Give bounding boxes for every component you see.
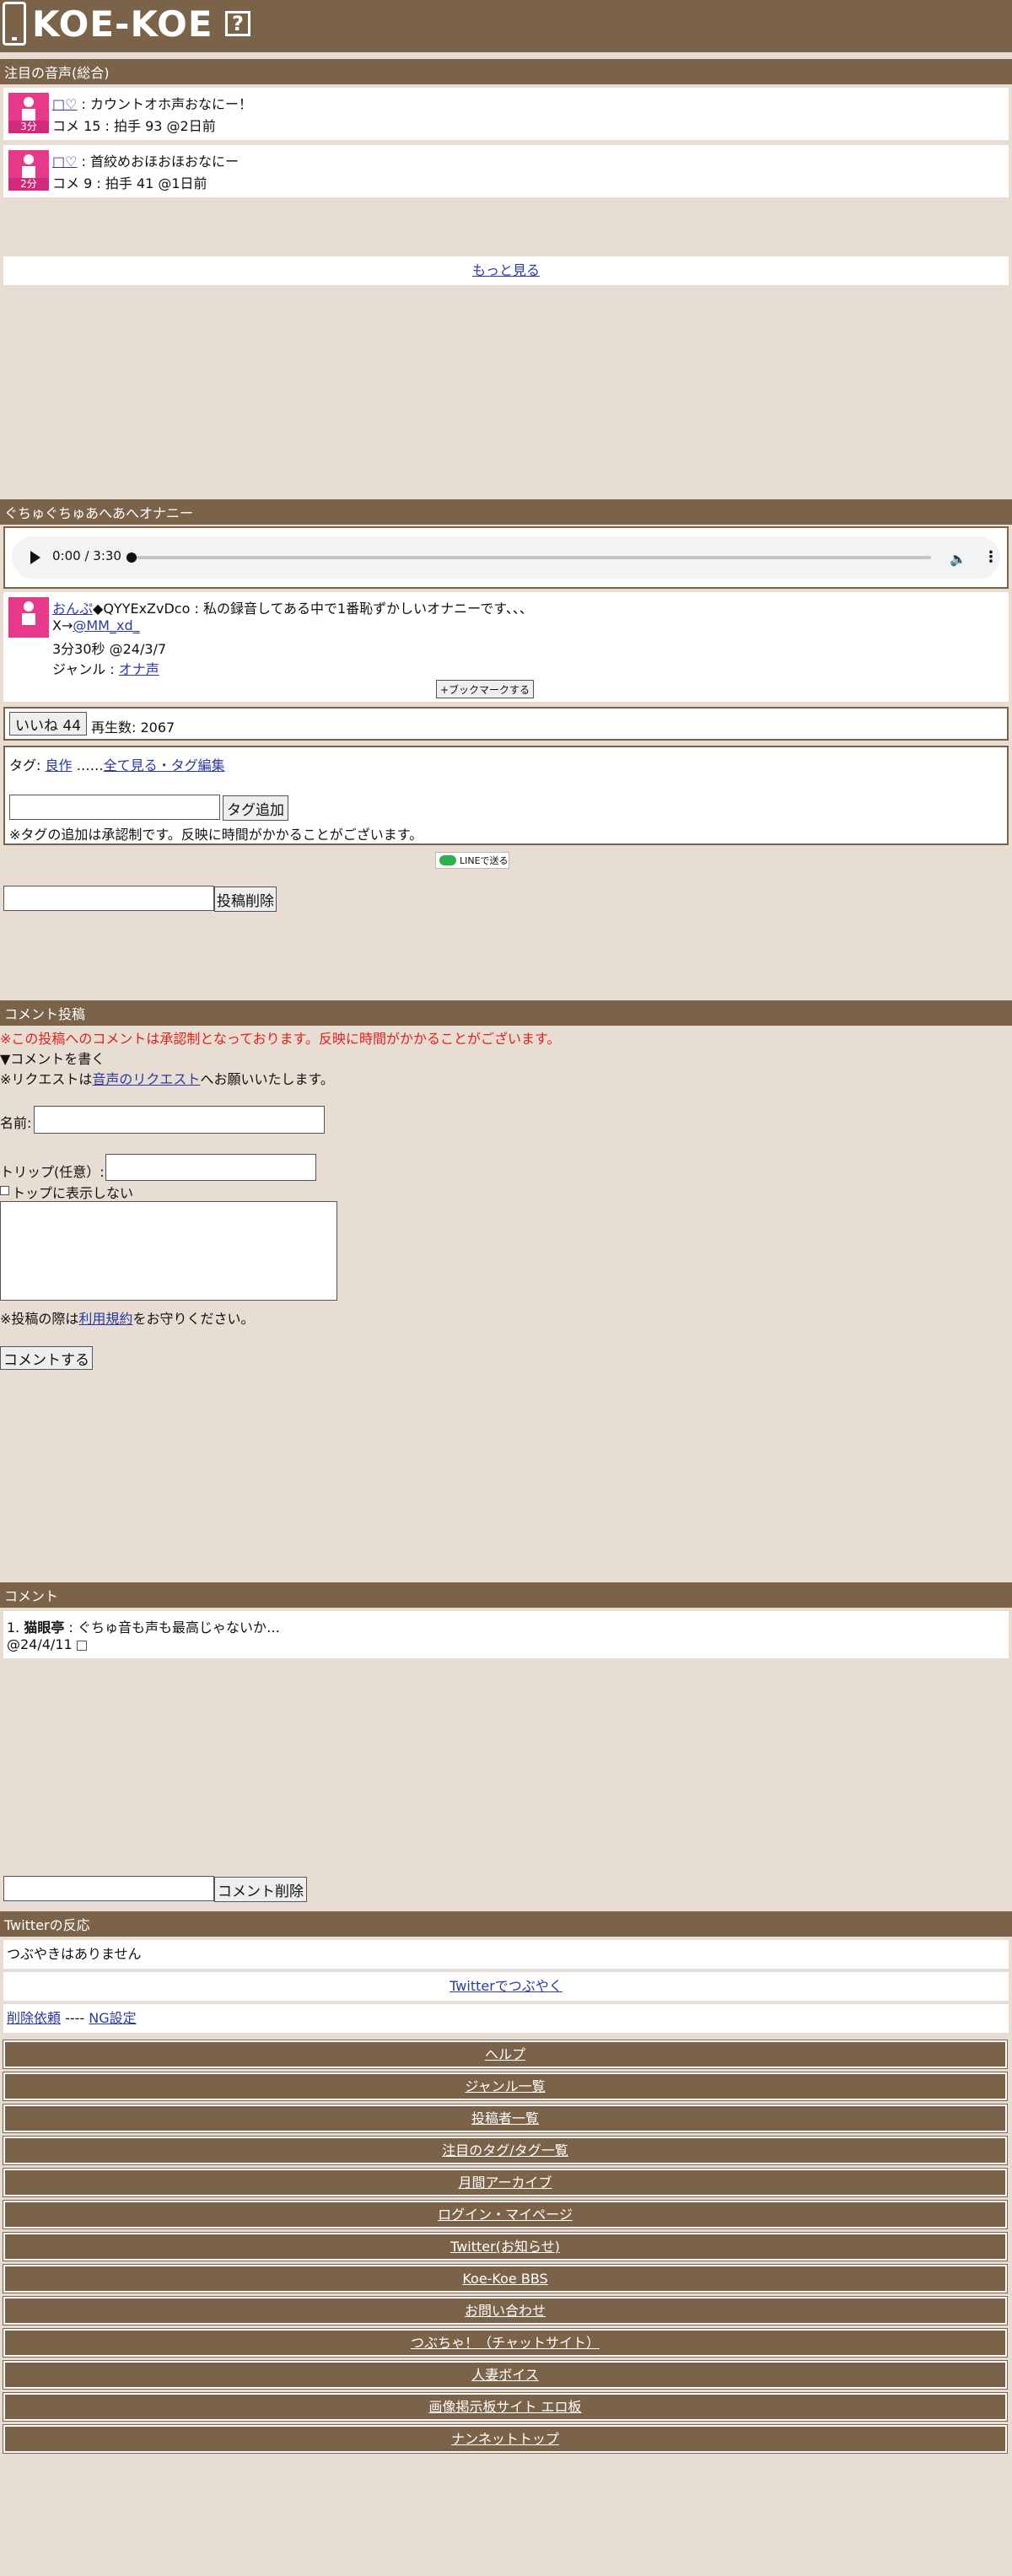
tag-note: ※タグの追加は承認制です。反映に時間がかかることがございます。 — [9, 827, 423, 843]
post-title: ぐちゅぐちゅあへあへオナニー — [0, 499, 1012, 525]
person-icon — [24, 154, 34, 164]
like-box: いいね 44 再生数: 2067 — [3, 707, 1009, 741]
twitter-empty: つぶやきはありません — [3, 1940, 1009, 1969]
hide-top-label: トップに表示しない — [12, 1185, 134, 1201]
more-options-icon[interactable]: ⋮ — [983, 548, 999, 566]
featured-item-link[interactable]: □♡ — [52, 96, 77, 112]
submit-comment-button[interactable]: コメントする — [0, 1346, 93, 1370]
report-box: 削除依頼 ---- NG設定 — [3, 2004, 1009, 2033]
featured-item-meta: コメ 15 : 拍手 93 @2日前 — [52, 118, 216, 134]
tags-label: タグ: — [9, 757, 46, 773]
footer-nav-bbs[interactable]: Koe-Koe BBS — [3, 2264, 1008, 2293]
ng-settings-link[interactable]: NG設定 — [89, 2010, 136, 2026]
delete-post-button[interactable]: 投稿削除 — [214, 887, 277, 912]
comment-form-title: コメント投稿 — [0, 1000, 1012, 1026]
post-details: おんぷ◆QYYExZvDco : 私の録音してある中で1番恥ずかしいオナニーです… — [3, 592, 1009, 702]
delete-comment-button[interactable]: コメント削除 — [214, 1877, 307, 1902]
request-link[interactable]: 音声のリクエスト — [92, 1071, 200, 1087]
audio-time: 0:00 / 3:30 — [52, 548, 121, 563]
tweet-link[interactable]: Twitterでつぶやく — [449, 1978, 563, 1994]
post-description: ◆QYYExZvDco : 私の録音してある中で1番恥ずかしいオナニーです、、、 — [93, 601, 533, 617]
footer-nav-wife-voice[interactable]: 人妻ボイス — [3, 2360, 1008, 2390]
footer-nav-authors[interactable]: 投稿者一覧 — [3, 2104, 1008, 2133]
voice-thumbnail[interactable]: 3分 — [8, 93, 49, 133]
site-header: KOE-KOE ? — [0, 0, 1012, 52]
tag-edit-link[interactable]: 全て見る・タグ編集 — [104, 757, 225, 773]
delete-post-input[interactable] — [3, 886, 214, 911]
featured-item-title: カウントオホ声おなにー！ — [90, 96, 253, 112]
tag-box: タグ: 良作 ……全て見る・タグ編集 タグ追加 ※タグの追加は承認制です。反映に… — [3, 746, 1009, 845]
tag-add-button[interactable]: タグ追加 — [223, 795, 288, 821]
footer-nav-contact[interactable]: お問い合わせ — [3, 2296, 1008, 2325]
featured-item-link[interactable]: □♡ — [52, 154, 77, 170]
author-link[interactable]: おんぷ — [52, 601, 93, 617]
footer-nav-nannet-top[interactable]: ナンネットトップ — [3, 2424, 1008, 2454]
like-button[interactable]: いいね 44 — [9, 712, 87, 736]
phone-icon — [3, 2, 26, 46]
line-icon — [439, 855, 456, 865]
tag-input[interactable] — [9, 795, 220, 820]
write-comment-toggle[interactable]: ▼コメントを書く — [0, 1048, 105, 1068]
footer-nav-archive[interactable]: 月間アーカイブ — [3, 2168, 1008, 2197]
x-handle-link[interactable]: @MM_xd_ — [73, 617, 139, 633]
comment-textarea[interactable] — [0, 1201, 337, 1301]
tweet-box: Twitterでつぶやく — [3, 1972, 1009, 2001]
person-icon — [24, 97, 34, 107]
tag-link[interactable]: 良作 — [45, 757, 72, 773]
footer-nav-login[interactable]: ログイン・マイページ — [3, 2200, 1008, 2229]
comment-text: : ぐちゅ音も声も最高じゃないか… — [64, 1619, 280, 1636]
genre-link[interactable]: オナ声 — [119, 661, 159, 677]
comment-item: 1. 猫眼亭 : ぐちゅ音も声も最高じゃないか… @24/4/11 — [3, 1611, 1009, 1658]
trip-label: トリップ(任意）: — [0, 1164, 105, 1180]
person-icon — [24, 601, 34, 612]
name-label: 名前: — [0, 1115, 32, 1131]
trip-input[interactable] — [105, 1154, 316, 1181]
name-input[interactable] — [34, 1106, 325, 1134]
site-logo[interactable]: KOE-KOE — [32, 3, 213, 45]
featured-item: 3分 □♡ : カウントオホ声おなにー！ コメ 15 : 拍手 93 @2日前 — [3, 88, 1009, 140]
volume-icon[interactable]: 🔈 — [950, 551, 966, 567]
comment-checkbox[interactable] — [76, 1640, 87, 1651]
bookmark-button[interactable]: +ブックマークする — [436, 680, 534, 698]
post-length-date: 3分30秒 @24/3/7 — [52, 641, 167, 657]
more-link[interactable]: もっと見る — [472, 262, 540, 278]
duration-badge: 2分 — [8, 178, 49, 191]
genre-label: ジャンル : — [52, 661, 119, 677]
rules-link[interactable]: 利用規約 — [78, 1311, 132, 1327]
footer-nav-tags[interactable]: 注目のタグ/タグ一覧 — [3, 2136, 1008, 2165]
audio-progress[interactable] — [130, 556, 931, 559]
duration-badge: 3分 — [8, 121, 49, 133]
footer-nav-help[interactable]: ヘルプ — [3, 2040, 1008, 2069]
delete-request-link[interactable]: 削除依頼 — [7, 2010, 61, 2026]
play-count: 再生数: 2067 — [91, 719, 175, 736]
featured-item: 2分 □♡ : 首絞めおほおほおなにー コメ 9 : 拍手 41 @1日前 — [3, 145, 1009, 197]
featured-item-title: 首絞めおほおほおなにー — [90, 154, 240, 170]
featured-item-meta: コメ 9 : 拍手 41 @1日前 — [52, 175, 207, 191]
play-icon[interactable] — [30, 551, 40, 564]
help-button[interactable]: ? — [225, 11, 250, 36]
comment-date: @24/4/11 — [7, 1636, 73, 1652]
footer-nav-chat[interactable]: つぶちゃ！（チャットサイト） — [3, 2328, 1008, 2358]
footer-nav-image-board[interactable]: 画像掲示板サイト エロ板 — [3, 2392, 1008, 2422]
hide-top-checkbox[interactable] — [0, 1186, 9, 1195]
author-avatar — [8, 597, 49, 638]
line-share-button[interactable]: LINEで送る — [435, 852, 509, 869]
more-box: もっと見る — [3, 256, 1009, 285]
audio-player-box: 0:00 / 3:30 🔈 ⋮ — [3, 526, 1009, 589]
featured-section-title: 注目の音声(総合) — [0, 59, 1012, 84]
comments-title: コメント — [0, 1582, 1012, 1608]
footer-nav-genres[interactable]: ジャンル一覧 — [3, 2072, 1008, 2101]
progress-handle[interactable] — [126, 552, 137, 563]
comment-warning: ※この投稿へのコメントは承認制となっております。反映に時間がかかることがございま… — [0, 1031, 561, 1047]
voice-thumbnail[interactable]: 2分 — [8, 150, 49, 191]
delete-comment-input[interactable] — [3, 1876, 214, 1901]
twitter-title: Twitterの反応 — [0, 1911, 1012, 1937]
x-prefix: X→ — [52, 617, 73, 633]
footer-nav-twitter[interactable]: Twitter(お知らせ) — [3, 2232, 1008, 2261]
comment-author: 猫眼亭 — [24, 1619, 65, 1636]
audio-player[interactable]: 0:00 / 3:30 🔈 ⋮ — [12, 536, 1000, 579]
